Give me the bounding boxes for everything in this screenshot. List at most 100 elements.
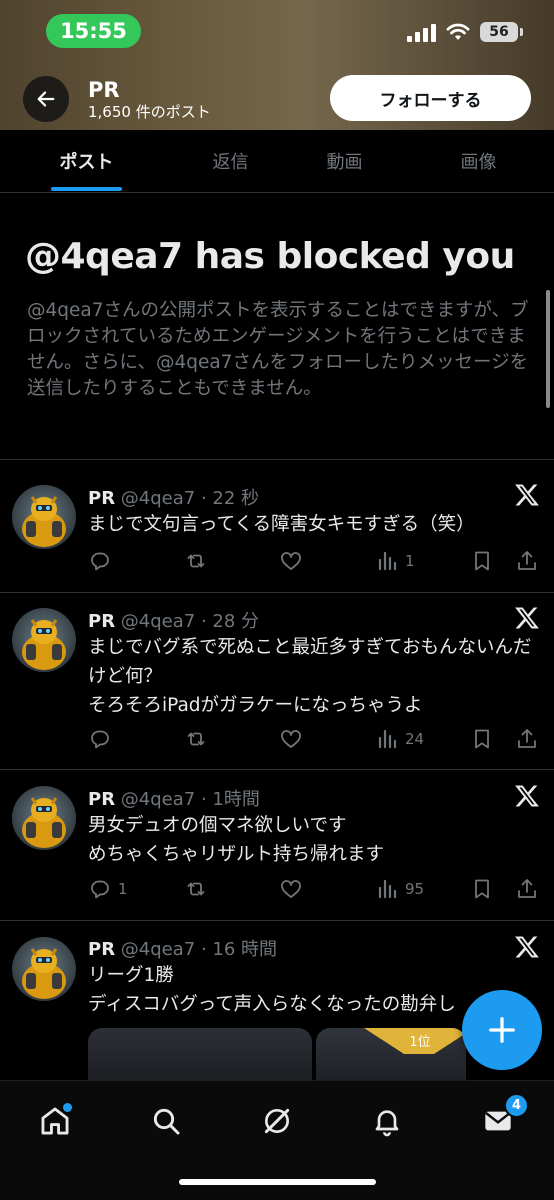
search-icon xyxy=(153,1108,180,1135)
post-time: 16 時間 xyxy=(212,939,278,960)
heart-icon xyxy=(279,549,303,573)
post-actions: 1 xyxy=(88,546,540,576)
profile-post-count: 1,650 件のポスト xyxy=(88,103,211,121)
nav-messages[interactable]: 4 xyxy=(478,1093,529,1141)
bookmark-button[interactable] xyxy=(470,874,494,904)
compose-post-button[interactable] xyxy=(462,990,542,1070)
avatar[interactable] xyxy=(12,786,76,850)
x-logo-icon xyxy=(514,783,540,809)
views-button[interactable]: 95 xyxy=(375,874,424,904)
bookmark-icon xyxy=(470,549,494,573)
views-icon xyxy=(375,877,399,901)
profile-tabs: ポスト 返信 動画 画像 xyxy=(0,130,554,193)
grok-icon xyxy=(264,1108,290,1134)
nav-search[interactable] xyxy=(146,1101,186,1141)
post-actions: 24 xyxy=(88,724,540,754)
avatar[interactable] xyxy=(12,485,76,549)
status-time[interactable]: 15:55 xyxy=(46,14,141,48)
reply-button[interactable]: 1 xyxy=(88,874,128,904)
bookmark-icon xyxy=(470,727,494,751)
nav-notifications[interactable] xyxy=(367,1101,407,1141)
share-button[interactable] xyxy=(515,724,539,754)
profile-name: PR xyxy=(88,78,120,102)
post-header: PR @4qea7 · 22 秒 xyxy=(88,488,260,509)
rank-banner-icon: 1位 xyxy=(364,1028,466,1054)
post-text: まじでバグ系で死ぬこと最近多すぎておもんないんだけど何？ そろそろiPadがガラ… xyxy=(88,637,532,716)
post-time: 28 分 xyxy=(212,611,260,632)
share-button[interactable] xyxy=(515,874,539,904)
scrollbar[interactable] xyxy=(546,290,550,408)
reply-icon xyxy=(88,877,112,901)
post-media-image[interactable]: 1位 xyxy=(316,1028,466,1088)
post-header: PR @4qea7 · 28 分 xyxy=(88,611,260,632)
post-author-name: PR xyxy=(88,789,116,810)
heart-icon xyxy=(279,877,303,901)
active-tab-indicator xyxy=(51,187,122,191)
post-item[interactable]: PR @4qea7 · 1時間 男女デュオの個マネ欲しいです めちゃくちゃリザル… xyxy=(0,770,554,920)
status-icons: 56 xyxy=(407,22,523,42)
wifi-icon xyxy=(446,23,470,40)
repost-icon xyxy=(184,549,208,573)
repost-icon xyxy=(184,877,208,901)
bookmark-button[interactable] xyxy=(470,724,494,754)
repost-icon xyxy=(184,727,208,751)
views-count: 24 xyxy=(405,730,425,748)
notification-dot xyxy=(63,1103,72,1112)
post-time: 1時間 xyxy=(212,789,260,810)
reply-button[interactable] xyxy=(88,546,118,576)
battery-icon: 56 xyxy=(480,22,523,42)
post-media-image[interactable] xyxy=(88,1028,312,1088)
reply-count: 1 xyxy=(118,880,128,898)
share-button[interactable] xyxy=(515,546,539,576)
post-text: リーグ1勝 ディスコバグって声入らなくなったの勘弁し xyxy=(88,965,456,1015)
views-button[interactable]: 1 xyxy=(375,546,415,576)
share-icon xyxy=(515,549,539,573)
avatar[interactable] xyxy=(12,937,76,1001)
heart-icon xyxy=(279,727,303,751)
bookmark-button[interactable] xyxy=(470,546,494,576)
repost-button[interactable] xyxy=(184,874,208,904)
reply-icon xyxy=(88,549,112,573)
post-item[interactable]: PR @4qea7 · 22 秒 まじで文句言ってくる障害女キモすぎる（笑） 1 xyxy=(0,460,554,592)
like-button[interactable] xyxy=(279,546,303,576)
post-handle: @4qea7 xyxy=(120,789,196,810)
views-count: 1 xyxy=(405,552,415,570)
post-actions: 1 95 xyxy=(88,874,540,904)
like-button[interactable] xyxy=(279,724,303,754)
post-time: 22 秒 xyxy=(212,488,260,509)
reply-icon xyxy=(88,727,112,751)
repost-button[interactable] xyxy=(184,724,208,754)
back-button[interactable] xyxy=(23,76,69,122)
post-header: PR @4qea7 · 16 時間 xyxy=(88,939,278,960)
svg-text:1位: 1位 xyxy=(409,1035,430,1050)
reply-button[interactable] xyxy=(88,724,118,754)
tab-posts[interactable]: ポスト xyxy=(40,130,133,192)
avatar[interactable] xyxy=(12,608,76,672)
nav-grok[interactable] xyxy=(257,1101,297,1141)
post-handle: @4qea7 xyxy=(120,488,196,509)
x-logo-icon xyxy=(514,482,540,508)
post-header: PR @4qea7 · 1時間 xyxy=(88,789,260,810)
plus-icon xyxy=(489,1017,515,1043)
post-author-name: PR xyxy=(88,939,116,960)
home-indicator[interactable] xyxy=(179,1179,376,1185)
post-text: まじで文句言ってくる障害女キモすぎる（笑） xyxy=(88,514,475,535)
post-handle: @4qea7 xyxy=(120,939,196,960)
post-handle: @4qea7 xyxy=(120,611,196,632)
post-text: 男女デュオの個マネ欲しいです めちゃくちゃリザルト持ち帰れます xyxy=(88,815,385,865)
like-button[interactable] xyxy=(279,874,303,904)
post-author-name: PR xyxy=(88,611,116,632)
messages-badge: 4 xyxy=(504,1093,529,1118)
share-icon xyxy=(515,877,539,901)
arrow-left-icon xyxy=(37,91,55,107)
tab-images[interactable]: 画像 xyxy=(432,130,525,192)
views-button[interactable]: 24 xyxy=(375,724,424,754)
nav-home[interactable] xyxy=(35,1101,75,1141)
views-icon xyxy=(375,727,399,751)
post-item[interactable]: PR @4qea7 · 28 分 まじでバグ系で死ぬこと最近多すぎておもんないん… xyxy=(0,593,554,769)
tab-videos[interactable]: 動画 xyxy=(298,130,391,192)
tab-replies[interactable]: 返信 xyxy=(184,130,277,192)
follow-button[interactable]: フォローする xyxy=(330,75,531,121)
views-count: 95 xyxy=(405,880,425,898)
repost-button[interactable] xyxy=(184,546,208,576)
